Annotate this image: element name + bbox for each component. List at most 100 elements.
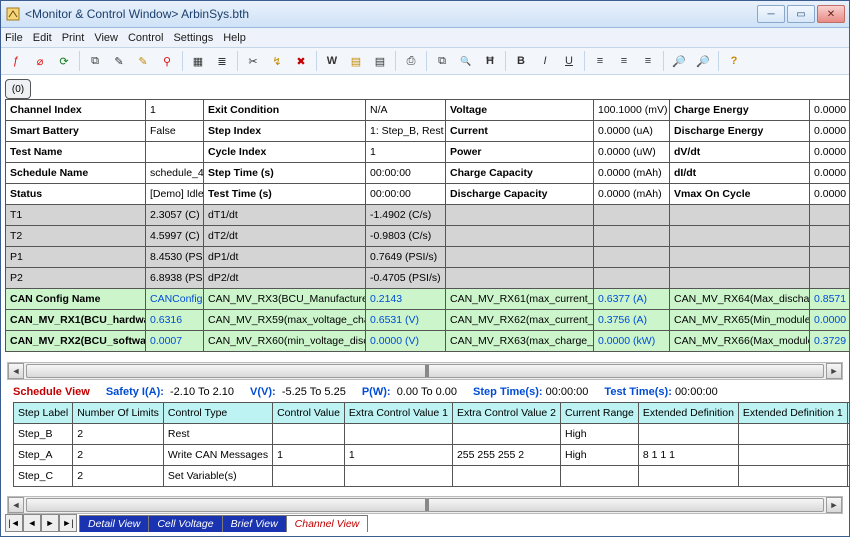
grid-value-cell[interactable]: 8.4530 (PSI) [146,247,204,268]
grid-label-cell[interactable]: CAN_MV_RX66(Max_module_voltage) [670,331,810,352]
sched-cell[interactable] [452,424,560,445]
grid-value-cell[interactable]: -0.9803 (C/s) [366,226,446,247]
menu-edit[interactable]: Edit [33,32,52,44]
sched-header-cell[interactable]: Extended Definition [638,403,738,424]
toolbar-cycle-icon[interactable]: ⟳ [53,50,75,72]
grid-value-cell[interactable]: 0.7649 (PSI/s) [366,247,446,268]
grid-label-cell[interactable]: Discharge Capacity [446,184,594,205]
grid-value-cell[interactable] [810,226,850,247]
grid-link[interactable]: 0.2143 [370,293,402,305]
grid-label-cell[interactable]: Test Name [6,142,146,163]
sched-cell[interactable] [344,466,452,487]
grid-label-cell[interactable]: T1 [6,205,146,226]
grid-label-cell[interactable] [446,205,594,226]
tab-nav-first-icon[interactable]: |◄ [5,514,23,532]
toolbar-wand-icon[interactable]: ✎ [108,50,130,72]
menu-help[interactable]: Help [223,32,246,44]
toolbar-italic-icon[interactable]: I [534,50,556,72]
close-button[interactable]: ✕ [817,5,845,23]
grid-link[interactable]: 0.0007 [150,335,182,347]
grid-value-cell[interactable]: 0.8571 (kW) [810,289,850,310]
grid-value-cell[interactable]: 0.6316 [146,310,204,331]
grid-value-cell[interactable]: 0.3756 (A) [594,310,670,331]
toolbar-pin-icon[interactable]: ⚲ [156,50,178,72]
toolbar-copy-icon[interactable]: ⧉ [84,50,106,72]
sched-cell[interactable] [738,466,847,487]
grid-label-cell[interactable]: Current [446,121,594,142]
grid-value-cell[interactable]: 0.0000 (V) [810,310,850,331]
grid-link[interactable]: 0.6531 (V) [370,314,419,326]
grid-value-cell[interactable]: 100.1000 (mV) [594,100,670,121]
grid-value-cell[interactable]: 0.0000 (uA/s) [810,163,850,184]
sched-cell[interactable] [738,424,847,445]
tab-nav-next-icon[interactable]: ► [41,514,59,532]
grid-label-cell[interactable] [446,226,594,247]
grid-label-cell[interactable]: CAN_MV_RX65(Min_module_voltage) [670,310,810,331]
grid-label-cell[interactable]: dT2/dt [204,226,366,247]
grid-value-cell[interactable]: 0.3729 (V) [810,331,850,352]
menu-settings[interactable]: Settings [173,32,213,44]
grid-label-cell[interactable]: CAN_MV_RX61(max_current_charge) [446,289,594,310]
toolbar-find-icon[interactable]: 🔍 [455,50,477,72]
toolbar-help-icon[interactable]: ? [723,50,745,72]
sched-cell[interactable]: 8 1 1 1 [638,445,738,466]
grid-label-cell[interactable]: Test Time (s) [204,184,366,205]
sched-header-cell[interactable]: Extra Control Value 1 [344,403,452,424]
toolbar-page-icon[interactable]: ▤ [345,50,367,72]
sched-cell[interactable]: 255 255 255 2 [452,445,560,466]
grid-label-cell[interactable]: dP1/dt [204,247,366,268]
grid-value-cell[interactable]: 1: Step_B, Rest [366,121,446,142]
grid-value-cell[interactable]: 0.6531 (V) [366,310,446,331]
toolbar-zoom-in-icon[interactable]: 🔎 [668,50,690,72]
grid-label-cell[interactable]: Power [446,142,594,163]
grid-label-cell[interactable]: Status [6,184,146,205]
grid-label-cell[interactable] [670,247,810,268]
grid-value-cell[interactable] [146,142,204,163]
grid-value-cell[interactable]: False [146,121,204,142]
toolbar-zoom-out-icon[interactable]: 🔎 [692,50,714,72]
grid-label-cell[interactable] [446,268,594,289]
grid-label-cell[interactable] [670,226,810,247]
grid-label-cell[interactable]: Step Time (s) [204,163,366,184]
grid-label-cell[interactable]: CAN_MV_RX1(BCU_hardware_number) [6,310,146,331]
sched-cell[interactable] [344,424,452,445]
sched-header-cell[interactable]: Test Settings [847,403,849,424]
grid-link[interactable]: 0.0000 (V) [370,335,419,347]
grid-value-cell[interactable]: 00:00:00 [366,163,446,184]
menu-view[interactable]: View [94,32,118,44]
grid-link[interactable]: 0.0000 (kW) [598,335,655,347]
grid-label-cell[interactable]: Charge Capacity [446,163,594,184]
grid-label-cell[interactable] [670,268,810,289]
grid-label-cell[interactable]: Vmax On Cycle [670,184,810,205]
grid-link[interactable]: 0.3756 (A) [598,314,647,326]
sched-cell[interactable]: 2 [73,424,164,445]
grid-label-cell[interactable]: Cycle Index [204,142,366,163]
sched-cell[interactable]: Set Variable(s) [163,466,272,487]
toolbar-print-icon[interactable]: ⎙ [400,50,422,72]
grid-value-cell[interactable]: 0.0007 [146,331,204,352]
toolbar-underline-icon[interactable]: U [558,50,580,72]
grid-value-cell[interactable]: 0.0000 (mWh) [810,121,850,142]
grid-value-cell[interactable] [810,205,850,226]
grid-value-cell[interactable]: 0.0000 (uV) [810,184,850,205]
grid-value-cell[interactable]: [Demo] Idle [146,184,204,205]
maximize-button[interactable]: ▭ [787,5,815,23]
grid-value-cell[interactable]: 6.8938 (PSI) [146,268,204,289]
sched-cell[interactable]: Write CAN Messages [163,445,272,466]
toolbar-w-icon[interactable]: W [321,50,343,72]
menu-file[interactable]: File [5,32,23,44]
grid-value-cell[interactable]: 0.0000 (mWh) [810,100,850,121]
sched-cell[interactable]: 1 [273,445,345,466]
grid-value-cell[interactable]: 1 [146,100,204,121]
sched-cell[interactable] [560,466,638,487]
grid-label-cell[interactable]: CAN_MV_RX64(Max_discharge_power) [670,289,810,310]
sched-cell[interactable] [738,445,847,466]
grid-label-cell[interactable]: CAN_MV_RX62(max_current_discharge) [446,310,594,331]
sched-cell[interactable]: 1 [344,445,452,466]
sched-header-cell[interactable]: Number Of Limits [73,403,164,424]
sched-cell[interactable]: Rest [163,424,272,445]
toolbar-bold-icon[interactable]: B [510,50,532,72]
grid-value-cell[interactable]: 1 [366,142,446,163]
grid-value-cell[interactable]: 0.6377 (A) [594,289,670,310]
grid-value-cell[interactable] [810,247,850,268]
